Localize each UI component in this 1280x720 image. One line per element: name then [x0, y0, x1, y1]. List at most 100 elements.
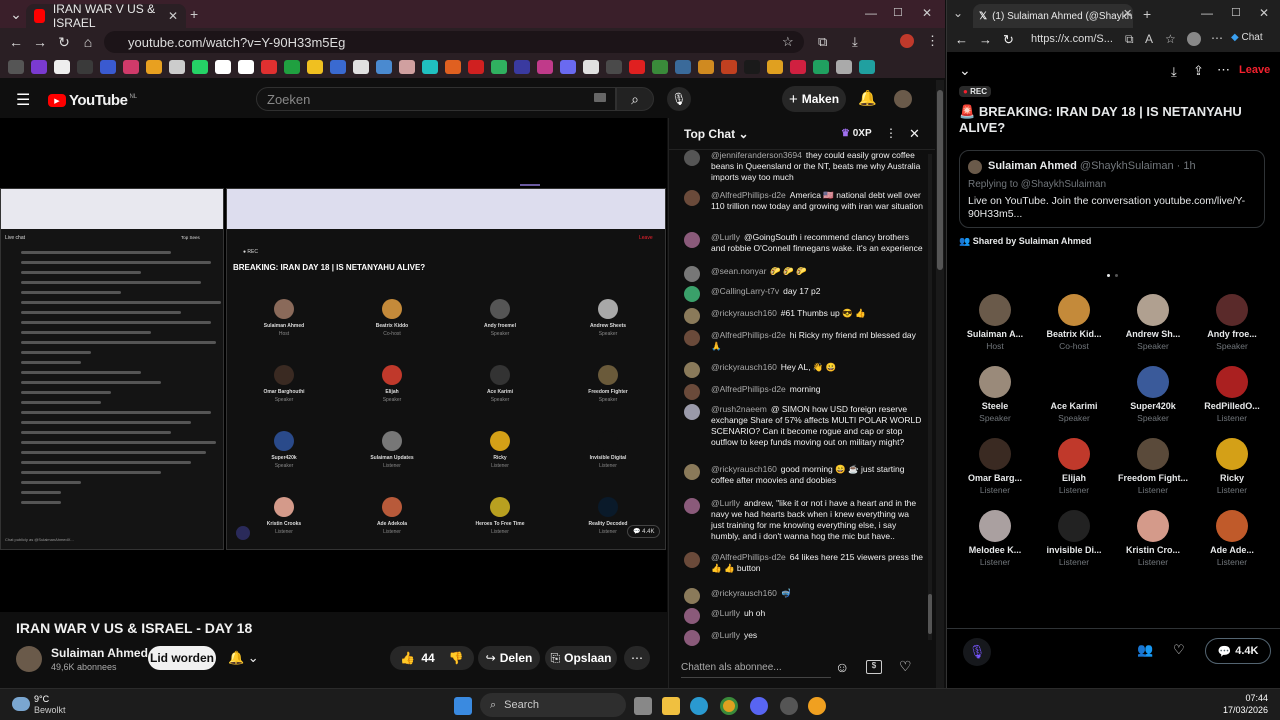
channel-avatar[interactable]: [16, 646, 42, 672]
speaker-tile[interactable]: Super420k Speaker: [1117, 366, 1189, 423]
youtube-search-input[interactable]: Zoeken: [256, 87, 616, 111]
chat-author-avatar[interactable]: [684, 286, 700, 302]
bookmark-icon[interactable]: [77, 60, 93, 74]
taskbar-search[interactable]: ⌕ Search: [480, 693, 626, 717]
speaker-tile[interactable]: Steele Speaker: [959, 366, 1031, 423]
copilot-chat-button[interactable]: ◆ Chat: [1231, 32, 1263, 43]
bookmark-icon[interactable]: [583, 60, 599, 74]
share-button[interactable]: ↪ Delen: [478, 646, 540, 670]
chat-author[interactable]: @sean.nonyar: [711, 266, 766, 276]
chat-author[interactable]: @rickyrausch160: [711, 588, 777, 598]
video-player[interactable]: Live chat Top Sees Chat publicly as @Sul…: [0, 118, 667, 612]
windows-start-icon[interactable]: [454, 697, 472, 715]
reload-icon[interactable]: ↻: [52, 30, 76, 54]
clock-time[interactable]: 07:44: [1222, 693, 1268, 703]
close-window-icon[interactable]: ✕: [922, 6, 932, 20]
chat-author-avatar[interactable]: [684, 608, 700, 624]
chat-author-avatar[interactable]: [684, 552, 700, 568]
tab-close-icon[interactable]: ✕: [168, 9, 178, 23]
x-menu-icon[interactable]: ⋯: [1211, 31, 1223, 45]
chat-author[interactable]: @rush2naeem: [711, 404, 767, 414]
file-explorer-icon[interactable]: [662, 697, 680, 715]
chat-author[interactable]: @rickyrausch160: [711, 308, 777, 318]
x-maximize-icon[interactable]: ☐: [1231, 6, 1241, 19]
forward-icon[interactable]: →: [28, 30, 52, 54]
x-address-bar[interactable]: https://x.com/S...: [1025, 30, 1121, 50]
chat-scrollbar[interactable]: [928, 154, 932, 640]
more-actions-button[interactable]: ⋯: [624, 646, 650, 670]
bookmark-icon[interactable]: [698, 60, 714, 74]
bookmark-icon[interactable]: [284, 60, 300, 74]
xp-badge[interactable]: ♛ 0XP: [841, 128, 872, 139]
bookmark-icon[interactable]: [859, 60, 875, 74]
page-scrollbar-thumb[interactable]: [937, 90, 943, 270]
speaker-tile[interactable]: Beatrix Kid... Co-host: [1038, 294, 1110, 351]
speaker-tile[interactable]: Andy froe... Speaker: [1196, 294, 1268, 351]
x-new-tab-icon[interactable]: +: [1143, 6, 1151, 22]
address-bar[interactable]: youtube.com/watch?v=Y-90H33m5Eg: [104, 31, 804, 53]
chat-author-avatar[interactable]: [684, 384, 700, 400]
chat-author[interactable]: @Lurlly: [711, 608, 740, 618]
bookmark-icon[interactable]: [330, 60, 346, 74]
x-reader-icon[interactable]: ⧉: [1125, 32, 1134, 47]
speaker-tile[interactable]: Melodee K... Listener: [959, 510, 1031, 567]
speaker-tile[interactable]: RedPilledO... Listener: [1196, 366, 1268, 423]
leave-space-button[interactable]: Leave: [1239, 64, 1270, 76]
bookmark-icon[interactable]: [100, 60, 116, 74]
bookmark-icon[interactable]: [376, 60, 392, 74]
bookmark-icon[interactable]: [146, 60, 162, 74]
close-chat-icon[interactable]: ✕: [909, 126, 920, 142]
like-icon[interactable]: 👍: [400, 651, 415, 665]
share-space-icon[interactable]: ⇪: [1193, 63, 1204, 79]
bookmark-icon[interactable]: [491, 60, 507, 74]
bookmark-icon[interactable]: [744, 60, 760, 74]
bookmark-icon[interactable]: [468, 60, 484, 74]
chat-author-avatar[interactable]: [684, 588, 700, 604]
bookmark-icon[interactable]: [606, 60, 622, 74]
profile-avatar[interactable]: [900, 34, 914, 48]
chat-author[interactable]: @AlfredPhillips-d2e: [711, 384, 786, 394]
bookmark-icon[interactable]: [422, 60, 438, 74]
bookmark-icon[interactable]: [537, 60, 553, 74]
speaker-tile[interactable]: invisible Di... Listener: [1038, 510, 1110, 567]
chat-scrollbar-thumb[interactable]: [928, 594, 932, 634]
bookmark-icon[interactable]: [169, 60, 185, 74]
page-scrollbar[interactable]: [936, 80, 944, 688]
chat-author-avatar[interactable]: [684, 190, 700, 206]
bookmark-icon[interactable]: [560, 60, 576, 74]
pinned-post-card[interactable]: Sulaiman Ahmed @ShaykhSulaiman · 1h Repl…: [959, 150, 1265, 228]
youtube-logo[interactable]: ▶ YouTube NL: [48, 92, 137, 109]
chat-author[interactable]: @CallingLarry-t7v: [711, 286, 779, 296]
speaker-tile[interactable]: Andrew Sh... Speaker: [1117, 294, 1189, 351]
chat-author-avatar[interactable]: [684, 404, 700, 420]
tab-list-icon[interactable]: ⌄: [953, 6, 963, 20]
chat-menu-icon[interactable]: ⋮: [885, 126, 897, 140]
google-icon[interactable]: [238, 60, 254, 74]
space-comments-button[interactable]: 💬 4.4K: [1205, 638, 1271, 664]
tab-youtube[interactable]: IRAN WAR V US & ISRAEL ✕: [26, 2, 186, 30]
save-button[interactable]: ⎘ Opslaan: [545, 646, 617, 670]
home-icon[interactable]: ⌂: [76, 30, 100, 54]
speaker-tile[interactable]: Ace Karimi Speaker: [1038, 366, 1110, 423]
new-tab-icon[interactable]: +: [190, 6, 198, 22]
join-button[interactable]: Lid worden: [148, 646, 216, 670]
participants-icon[interactable]: 👥: [1137, 642, 1153, 658]
x-back-icon[interactable]: ←: [955, 32, 968, 47]
x-read-aloud-icon[interactable]: A: [1145, 32, 1153, 46]
bookmark-icon[interactable]: [261, 60, 277, 74]
dislike-icon[interactable]: 👎: [449, 651, 464, 665]
bookmark-icon[interactable]: [514, 60, 530, 74]
bookmark-icon[interactable]: [813, 60, 829, 74]
x-reload-icon[interactable]: ↻: [1003, 32, 1014, 48]
x-minimize-icon[interactable]: —: [1201, 6, 1213, 20]
chat-author[interactable]: @Lurlly: [711, 498, 740, 508]
bookmark-icon[interactable]: [836, 60, 852, 74]
speaker-tile[interactable]: Ade Ade... Listener: [1196, 510, 1268, 567]
speaker-tile[interactable]: Elijah Listener: [1038, 438, 1110, 495]
chat-author[interactable]: @AlfredPhillips-d2e: [711, 330, 786, 340]
bookmark-icon[interactable]: [721, 60, 737, 74]
maximize-icon[interactable]: ☐: [893, 6, 903, 19]
space-more-icon[interactable]: ⋯: [1217, 62, 1230, 78]
keyboard-icon[interactable]: [594, 93, 606, 102]
chat-author-avatar[interactable]: [684, 498, 700, 514]
